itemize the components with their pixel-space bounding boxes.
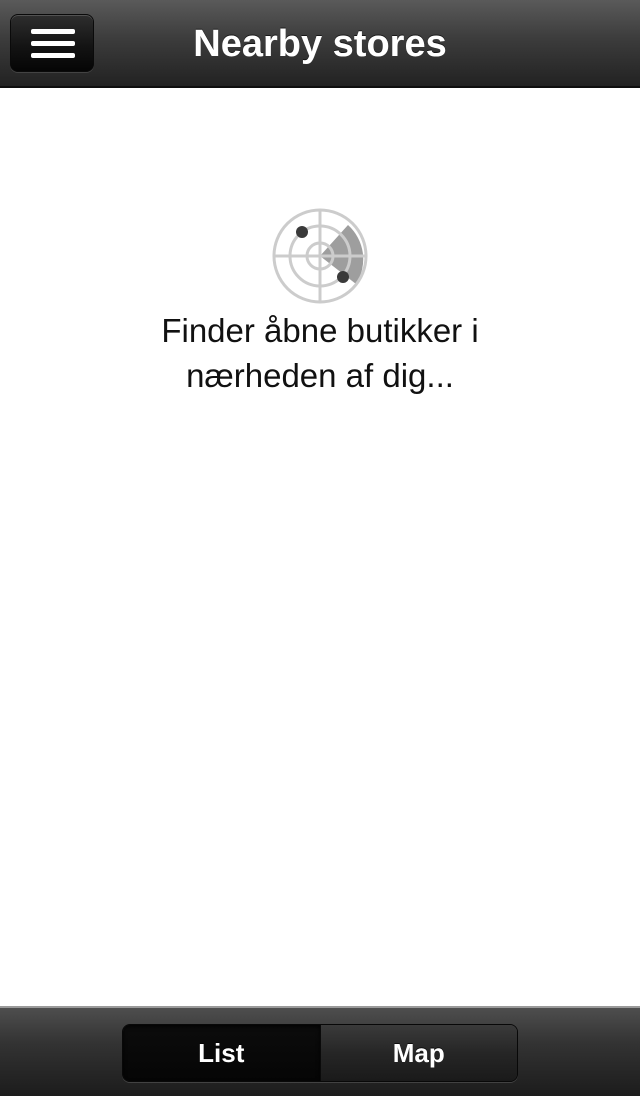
tab-map[interactable]: Map xyxy=(319,1025,517,1081)
loading-message: Finder åbne butikker i nærheden af dig..… xyxy=(161,312,479,394)
bottom-toolbar: List Map xyxy=(0,1006,640,1096)
tab-list[interactable]: List xyxy=(123,1025,320,1081)
top-navigation-bar: Nearby stores xyxy=(0,0,640,88)
page-title: Nearby stores xyxy=(193,23,447,65)
radar-icon xyxy=(272,208,368,304)
hamburger-menu-icon xyxy=(31,29,75,59)
view-segmented-control: List Map xyxy=(122,1024,518,1082)
app-screen: Nearby stores Finder åbne butikker i nær… xyxy=(0,0,640,1096)
menu-button[interactable] xyxy=(10,14,94,72)
loading-indicator: Finder åbne butikker i nærheden af dig..… xyxy=(0,208,640,398)
